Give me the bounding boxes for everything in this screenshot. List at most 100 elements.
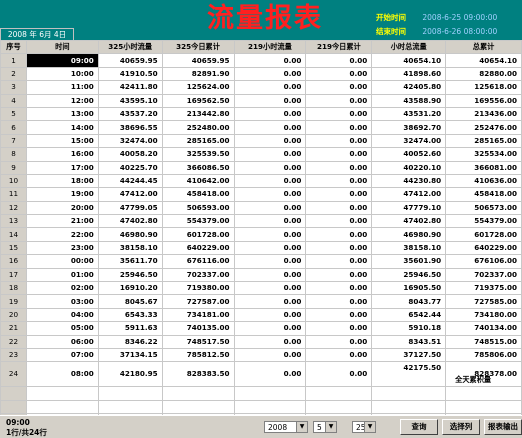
table-cell[interactable]: 0.00: [305, 307, 373, 323]
table-cell[interactable]: 0.00: [305, 80, 373, 95]
table-cell[interactable]: 748515.00: [445, 334, 522, 349]
table-cell[interactable]: 46980.90: [371, 227, 447, 242]
select-columns-button[interactable]: 选择列: [442, 419, 480, 435]
table-cell[interactable]: 719380.00: [161, 281, 235, 296]
table-cell[interactable]: 32474.00: [371, 133, 447, 149]
table-cell[interactable]: 0.00: [233, 80, 307, 95]
table-cell[interactable]: 0.00: [305, 254, 373, 269]
table-cell[interactable]: 06:00: [25, 334, 99, 349]
table-cell[interactable]: 43588.90: [371, 93, 447, 108]
table-row[interactable]: 15 23:00 38158.10 640229.00 0.00 0.00 38158.10…: [0, 240, 522, 256]
table-cell[interactable]: 82880.00: [445, 66, 522, 82]
table-cell[interactable]: 17:00: [25, 160, 99, 175]
table-cell[interactable]: 0.00: [305, 106, 373, 122]
table-cell[interactable]: 8045.67: [97, 294, 163, 309]
table-cell[interactable]: 47402.80: [371, 214, 447, 229]
table-row[interactable]: 21 05:00 5911.63 740135.00 0.00 0.00 5910.18 74…: [0, 321, 522, 336]
table-cell[interactable]: 785806.00: [445, 347, 522, 363]
table-cell[interactable]: 43531.20: [371, 106, 447, 122]
column-header[interactable]: 时间: [25, 39, 99, 55]
table-cell[interactable]: 09:00: [25, 53, 99, 68]
table-cell[interactable]: 702337.00: [445, 267, 522, 283]
table-cell[interactable]: 42180.95: [97, 361, 163, 388]
table-cell[interactable]: 0.00: [233, 53, 307, 68]
table-cell[interactable]: 285165.00: [161, 133, 235, 149]
table-cell[interactable]: 38158.10: [97, 240, 163, 256]
table-cell[interactable]: 47412.00: [371, 187, 447, 202]
table-cell[interactable]: 0.00: [233, 240, 307, 256]
table-cell[interactable]: 08:00: [25, 361, 99, 388]
table-cell[interactable]: 42405.80: [371, 80, 447, 95]
table-row[interactable]: 2 10:00 41910.50 82891.90 0.00 0.00 41898.60 82…: [0, 66, 522, 82]
table-cell[interactable]: 40225.70: [97, 160, 163, 175]
table-cell[interactable]: 44244.45: [97, 173, 163, 189]
table-cell[interactable]: 16:00: [25, 147, 99, 162]
table-cell[interactable]: 0.00: [233, 307, 307, 323]
table-cell[interactable]: 16910.20: [97, 281, 163, 296]
column-header[interactable]: 序号: [0, 39, 27, 55]
table-cell[interactable]: 0.00: [233, 267, 307, 283]
table-cell[interactable]: 0.00: [233, 334, 307, 349]
table-cell[interactable]: 12:00: [25, 93, 99, 108]
table-cell[interactable]: 47402.80: [97, 214, 163, 229]
table-cell[interactable]: 20:00: [25, 200, 99, 216]
table-cell[interactable]: 16905.50: [371, 281, 447, 296]
table-cell[interactable]: 41898.60: [371, 66, 447, 82]
table-cell[interactable]: 0.00: [305, 200, 373, 216]
table-cell[interactable]: 554379.00: [161, 214, 235, 229]
table-cell[interactable]: 125624.00: [161, 80, 235, 95]
table-cell[interactable]: 213436.00: [445, 106, 522, 122]
table-cell[interactable]: 0.00: [305, 240, 373, 256]
table-cell[interactable]: 0.00: [233, 347, 307, 363]
table-cell[interactable]: 0.00: [233, 66, 307, 82]
table-cell[interactable]: 47799.05: [97, 200, 163, 216]
table-cell[interactable]: 0.00: [233, 214, 307, 229]
table-cell[interactable]: 0.00: [233, 321, 307, 336]
table-cell[interactable]: 0.00: [305, 321, 373, 336]
table-cell[interactable]: 0.00: [233, 227, 307, 242]
table-cell[interactable]: 734181.00: [161, 307, 235, 323]
table-cell[interactable]: 18:00: [25, 173, 99, 189]
table-row[interactable]: 19 03:00 8045.67 727587.00 0.00 0.00 8043.77 72…: [0, 294, 522, 309]
table-cell[interactable]: 0.00: [233, 147, 307, 162]
table-cell[interactable]: 0.00: [233, 93, 307, 108]
table-row[interactable]: 22 06:00 8346.22 748517.50 0.00 0.00 8343.51 74…: [0, 334, 522, 349]
table-row[interactable]: 23 07:00 37134.15 785812.50 0.00 0.00 37127.50…: [0, 347, 522, 363]
table-cell[interactable]: 0.00: [233, 254, 307, 269]
table-cell[interactable]: 40654.10: [371, 53, 447, 68]
table-cell[interactable]: 05:00: [25, 321, 99, 336]
table-cell[interactable]: 35611.70: [97, 254, 163, 269]
table-cell[interactable]: 8346.22: [97, 334, 163, 349]
table-cell[interactable]: 601728.00: [161, 227, 235, 242]
column-header[interactable]: 219今日累计: [305, 39, 373, 55]
table-cell[interactable]: 640229.00: [445, 240, 522, 256]
table-cell[interactable]: 35601.90: [371, 254, 447, 269]
table-cell[interactable]: 38696.55: [97, 120, 163, 135]
column-header[interactable]: 325小时流量: [97, 39, 163, 55]
table-cell[interactable]: 727585.00: [445, 294, 522, 309]
table-cell[interactable]: 43537.20: [97, 106, 163, 122]
table-cell[interactable]: 0.00: [305, 133, 373, 149]
table-cell[interactable]: 0.00: [233, 133, 307, 149]
table-cell[interactable]: 252480.00: [161, 120, 235, 135]
table-cell[interactable]: 169556.00: [445, 93, 522, 108]
table-cell[interactable]: 506573.00: [445, 200, 522, 216]
table-cell[interactable]: 0.00: [233, 200, 307, 216]
table-row[interactable]: 4 12:00 43595.10 169562.50 0.00 0.00 43588.90 1…: [0, 93, 522, 108]
table-cell[interactable]: 0.00: [305, 66, 373, 82]
table-cell[interactable]: 0.00: [233, 106, 307, 122]
table-cell[interactable]: 02:00: [25, 281, 99, 296]
table-cell[interactable]: 0.00: [305, 53, 373, 68]
table-cell[interactable]: 15:00: [25, 133, 99, 149]
table-row[interactable]: 1 09:00 40659.95 40659.95 0.00 0.00 40654.10 40…: [0, 53, 522, 68]
table-cell[interactable]: 0.00: [305, 93, 373, 108]
month-select[interactable]: 5 ▼: [313, 421, 337, 433]
table-cell[interactable]: 01:00: [25, 267, 99, 283]
table-cell[interactable]: 42411.80: [97, 80, 163, 95]
table-row[interactable]: 17 01:00 25946.50 702337.00 0.00 0.00 25946.50…: [0, 267, 522, 283]
table-cell[interactable]: 07:00: [25, 347, 99, 363]
table-row[interactable]: 16 00:00 35611.70 676116.00 0.00 0.00 35601.90…: [0, 254, 522, 269]
table-cell[interactable]: 0.00: [305, 281, 373, 296]
table-cell[interactable]: 43595.10: [97, 93, 163, 108]
table-cell[interactable]: 0.00: [233, 160, 307, 175]
